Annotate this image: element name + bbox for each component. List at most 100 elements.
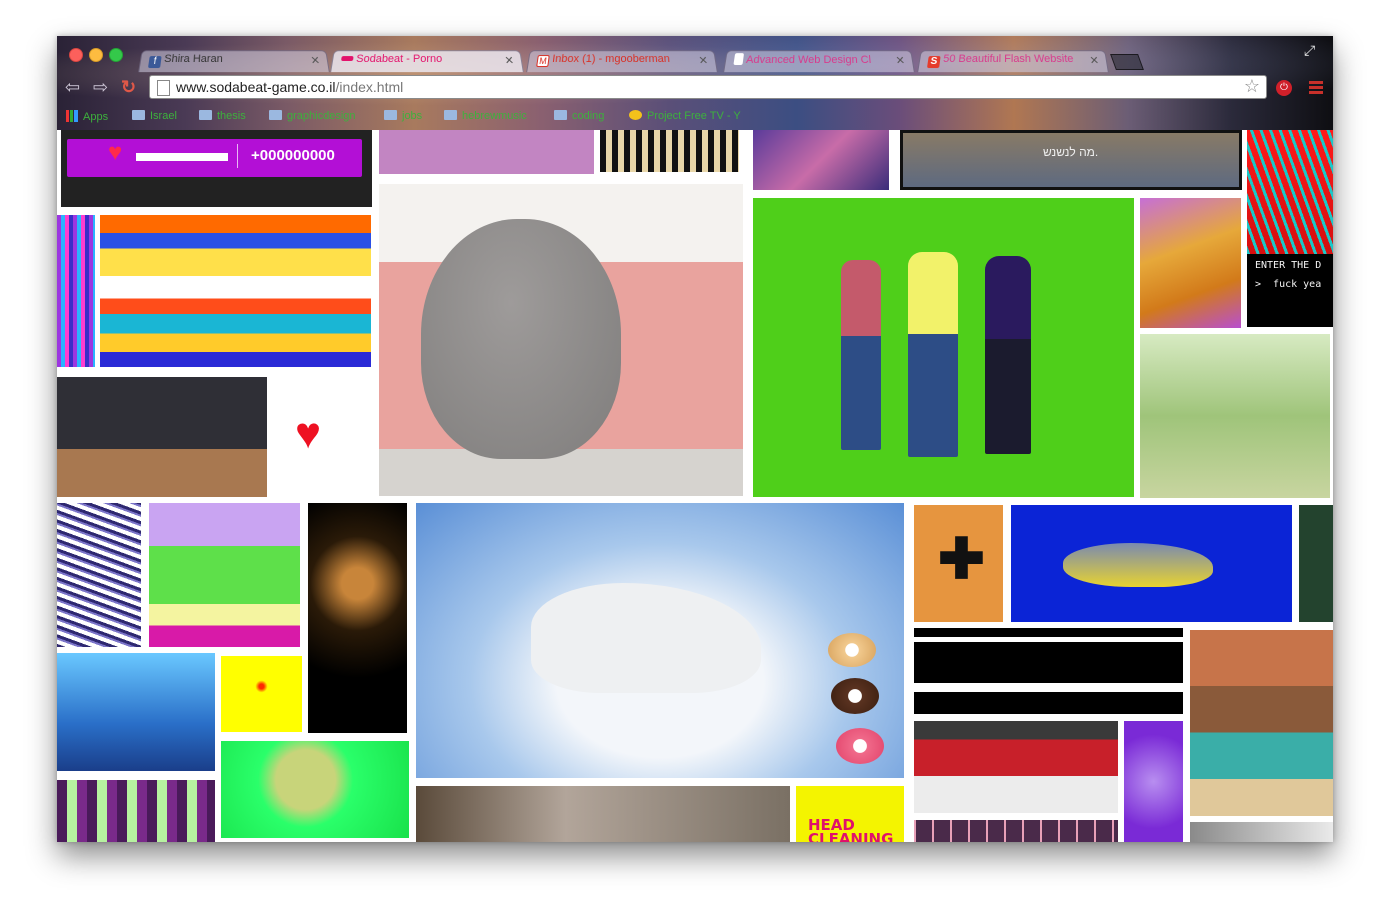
sparks-image[interactable] (308, 503, 407, 733)
bookmark-label: graphicdesign (287, 110, 356, 122)
close-tab-icon[interactable]: ✕ (698, 54, 709, 67)
tab-facebook[interactable]: f Shira Haran ✕ (138, 50, 330, 73)
bookmark-coding[interactable]: coding (554, 110, 604, 122)
score-value: +000000000 (251, 147, 335, 164)
pixel-heart-icon[interactable]: ♥ (295, 412, 321, 456)
grandmas-image[interactable] (1140, 334, 1330, 498)
pink-grid-image[interactable] (914, 820, 1118, 842)
lilac-tile[interactable] (379, 130, 594, 174)
terminal-tile[interactable]: ENTER THE D > fuck yea (1247, 130, 1333, 327)
bookmark-label: jobs (402, 110, 423, 122)
back-icon[interactable]: ⇦ (65, 77, 80, 98)
shark-image[interactable] (1011, 505, 1292, 622)
synth-keyboard-image[interactable] (600, 130, 739, 172)
maximize-window-button[interactable] (109, 48, 123, 62)
close-window-button[interactable] (69, 48, 83, 62)
icecream-image[interactable] (221, 741, 409, 838)
tab-label: Advanced Web Design Cl (745, 54, 872, 67)
unicorn-shape (531, 583, 761, 693)
video-still-image[interactable]: מה לנשנש. (900, 130, 1242, 190)
space-figure-image[interactable] (753, 130, 889, 190)
bookmarks-bar: Apps Israel thesis graphicdesign jobs he… (57, 104, 1333, 130)
score-divider (237, 144, 238, 168)
folder-icon (554, 110, 567, 120)
glitch-plant-image (1247, 130, 1333, 254)
tab-label: Inbox (1) - mgooberman (551, 53, 671, 66)
person-two (908, 252, 958, 457)
plus-tile[interactable]: ✚ (914, 505, 1003, 622)
sodabeat-icon (341, 56, 354, 61)
close-tab-icon[interactable]: ✕ (895, 54, 906, 67)
tab-gmail[interactable]: M Inbox (1) - mgooberman ✕ (526, 50, 718, 73)
dancers-image[interactable] (914, 721, 1118, 813)
stripes-image[interactable] (57, 780, 215, 842)
donut-three (836, 728, 884, 764)
health-bar (136, 153, 228, 161)
close-tab-icon[interactable]: ✕ (504, 54, 515, 67)
grey-image[interactable] (1190, 822, 1333, 842)
forward-icon[interactable]: ⇨ (93, 77, 108, 98)
gmail-icon: M (536, 55, 550, 68)
extension-icon[interactable]: ⏻ (1276, 80, 1292, 96)
folder-icon (132, 110, 145, 120)
plus-icon: ✚ (938, 527, 985, 590)
browser-window: f Shira Haran ✕ Sodabeat - Porno ✕ M Inbox… (57, 36, 1333, 842)
address-bar[interactable]: www.sodabeat-game.co.il/index.html ☆ (149, 75, 1267, 99)
cat-on-sofa-image[interactable] (379, 184, 743, 496)
close-tab-icon[interactable]: ✕ (310, 54, 321, 67)
bookmark-israel[interactable]: Israel (132, 110, 177, 122)
close-tab-icon[interactable]: ✕ (1089, 54, 1100, 67)
person-one (841, 260, 881, 450)
person-three (985, 256, 1031, 454)
tab-flash-websites[interactable]: S 50 Beautiful Flash Website ✕ (917, 50, 1109, 73)
sneakers-image[interactable] (57, 377, 267, 497)
browser-chrome: f Shira Haran ✕ Sodabeat - Porno ✕ M Inbox… (57, 36, 1333, 130)
donut-two (831, 678, 879, 714)
fullscreen-icon[interactable]: ⤢ (1304, 42, 1315, 59)
forest-edge-image[interactable] (1299, 505, 1333, 622)
prompt-text: > fuck yea (1255, 279, 1322, 290)
bookmark-hebrewmusic[interactable]: hebrewmusic (444, 110, 527, 122)
purple-smoke-image[interactable] (1124, 721, 1183, 842)
waterfall-image[interactable] (1190, 630, 1333, 816)
foil-texture-image[interactable] (57, 503, 141, 647)
greenscreen-band-image[interactable] (753, 198, 1134, 497)
new-tab-button[interactable] (1110, 54, 1144, 70)
subway-image[interactable] (416, 786, 790, 842)
minimize-window-button[interactable] (89, 48, 103, 62)
tab-web-design[interactable]: Advanced Web Design Cl ✕ (723, 50, 915, 73)
unicorn-image[interactable] (416, 503, 904, 778)
health-heart-icon: ♥ (108, 139, 123, 166)
bookmark-apps[interactable]: Apps (66, 110, 108, 123)
folder-icon (199, 110, 212, 120)
bookmark-graphicdesign[interactable]: graphicdesign (269, 110, 356, 122)
bookmark-jobs[interactable]: jobs (384, 110, 422, 122)
bookmark-star-icon[interactable]: ☆ (1244, 76, 1260, 97)
url-host: www.sodabeat-game.co.il (176, 79, 336, 95)
tab-sodabeat[interactable]: Sodabeat - Porno ✕ (330, 50, 524, 73)
toolbar: ⇦ ⇨ ↻ www.sodabeat-game.co.il/index.html… (57, 72, 1333, 104)
donut-one (828, 633, 876, 667)
project-free-tv-icon (629, 110, 642, 120)
pixel-tree-image[interactable] (149, 503, 300, 647)
glitch-stripes-image[interactable] (57, 215, 95, 367)
url-path: /index.html (335, 79, 404, 95)
yellow-tile[interactable] (221, 656, 302, 732)
dolphins-image[interactable] (57, 653, 215, 771)
black-bar-three (914, 692, 1183, 714)
glitch-art-image[interactable] (100, 215, 371, 367)
reload-icon[interactable]: ↻ (121, 77, 136, 98)
folder-icon (444, 110, 457, 120)
shark-shape (1063, 543, 1213, 587)
cat-shape (421, 219, 621, 459)
bookmark-project-free-tv[interactable]: Project Free TV - Y (629, 110, 741, 122)
lucky-cat-image[interactable] (1140, 198, 1241, 328)
document-icon (733, 53, 745, 66)
head-cleaning-text: HEAD CLEANING (808, 816, 894, 843)
black-bar-two (914, 642, 1183, 683)
head-cleaning-tile[interactable]: HEAD CLEANING (796, 786, 904, 842)
smashing-icon: S (926, 56, 941, 69)
menu-icon[interactable] (1309, 81, 1323, 95)
bookmark-thesis[interactable]: thesis (199, 110, 246, 122)
bookmark-label: Project Free TV - Y (647, 110, 741, 122)
